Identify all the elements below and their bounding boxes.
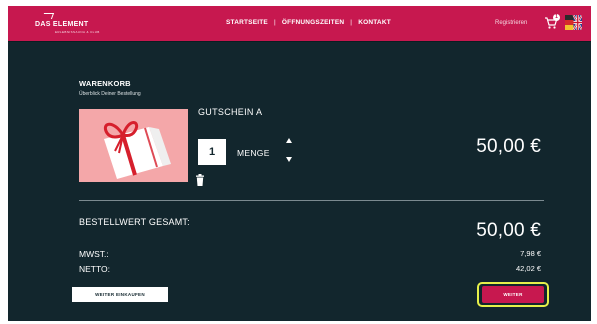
- net-label: NETTO:: [79, 264, 111, 274]
- vat-value: 7,98 €: [520, 249, 541, 258]
- quantity-label: MENGE: [237, 148, 270, 158]
- cart-subtitle: Überblick Deiner Bestellung: [79, 91, 141, 97]
- quantity-field[interactable]: 1: [198, 139, 226, 165]
- nav-separator: |: [350, 19, 353, 26]
- summary-divider: [79, 200, 544, 201]
- main-nav: STARTSEITE | ÖFFNUNGSZEITEN | KONTAKT: [226, 19, 391, 26]
- site-header: DAS ELEMENT ERLEBNISSAUNA & CLUB STARTSE…: [8, 6, 591, 41]
- product-name: GUTSCHEIN A: [198, 107, 263, 117]
- total-label: BESTELLWERT GESAMT:: [79, 217, 190, 227]
- nav-item-kontakt[interactable]: KONTAKT: [358, 19, 391, 26]
- nav-separator: |: [273, 19, 276, 26]
- register-link[interactable]: Registrieren: [495, 20, 527, 26]
- trash-icon[interactable]: [195, 174, 205, 186]
- nav-item-startseite[interactable]: STARTSEITE: [226, 19, 268, 26]
- vat-label: MWST.:: [79, 249, 109, 259]
- continue-shopping-button[interactable]: WEITER EINKAUFEN: [72, 287, 168, 302]
- page-frame: DAS ELEMENT ERLEBNISSAUNA & CLUB STARTSE…: [8, 6, 591, 321]
- cart-count-badge: 1: [553, 14, 560, 21]
- product-image: [79, 109, 188, 182]
- nav-item-oeffnungszeiten[interactable]: ÖFFNUNGSZEITEN: [282, 19, 344, 26]
- gift-card-icon: [104, 121, 171, 179]
- total-value: 50,00 €: [476, 220, 541, 241]
- quantity-increase-icon[interactable]: [286, 138, 292, 143]
- language-flag-icon[interactable]: [565, 15, 582, 30]
- cart-title: WARENKORB: [79, 79, 131, 88]
- logo-text: DAS ELEMENT: [35, 21, 89, 28]
- quantity-decrease-icon[interactable]: [286, 157, 292, 162]
- net-value: 42,02 €: [515, 264, 541, 273]
- next-button[interactable]: WEITER: [482, 286, 544, 303]
- logo-mark: [41, 13, 55, 19]
- item-price: 50,00 €: [476, 136, 541, 157]
- logo-subtext: ERLEBNISSAUNA & CLUB: [55, 30, 100, 34]
- site-logo[interactable]: DAS ELEMENT ERLEBNISSAUNA & CLUB: [35, 13, 100, 36]
